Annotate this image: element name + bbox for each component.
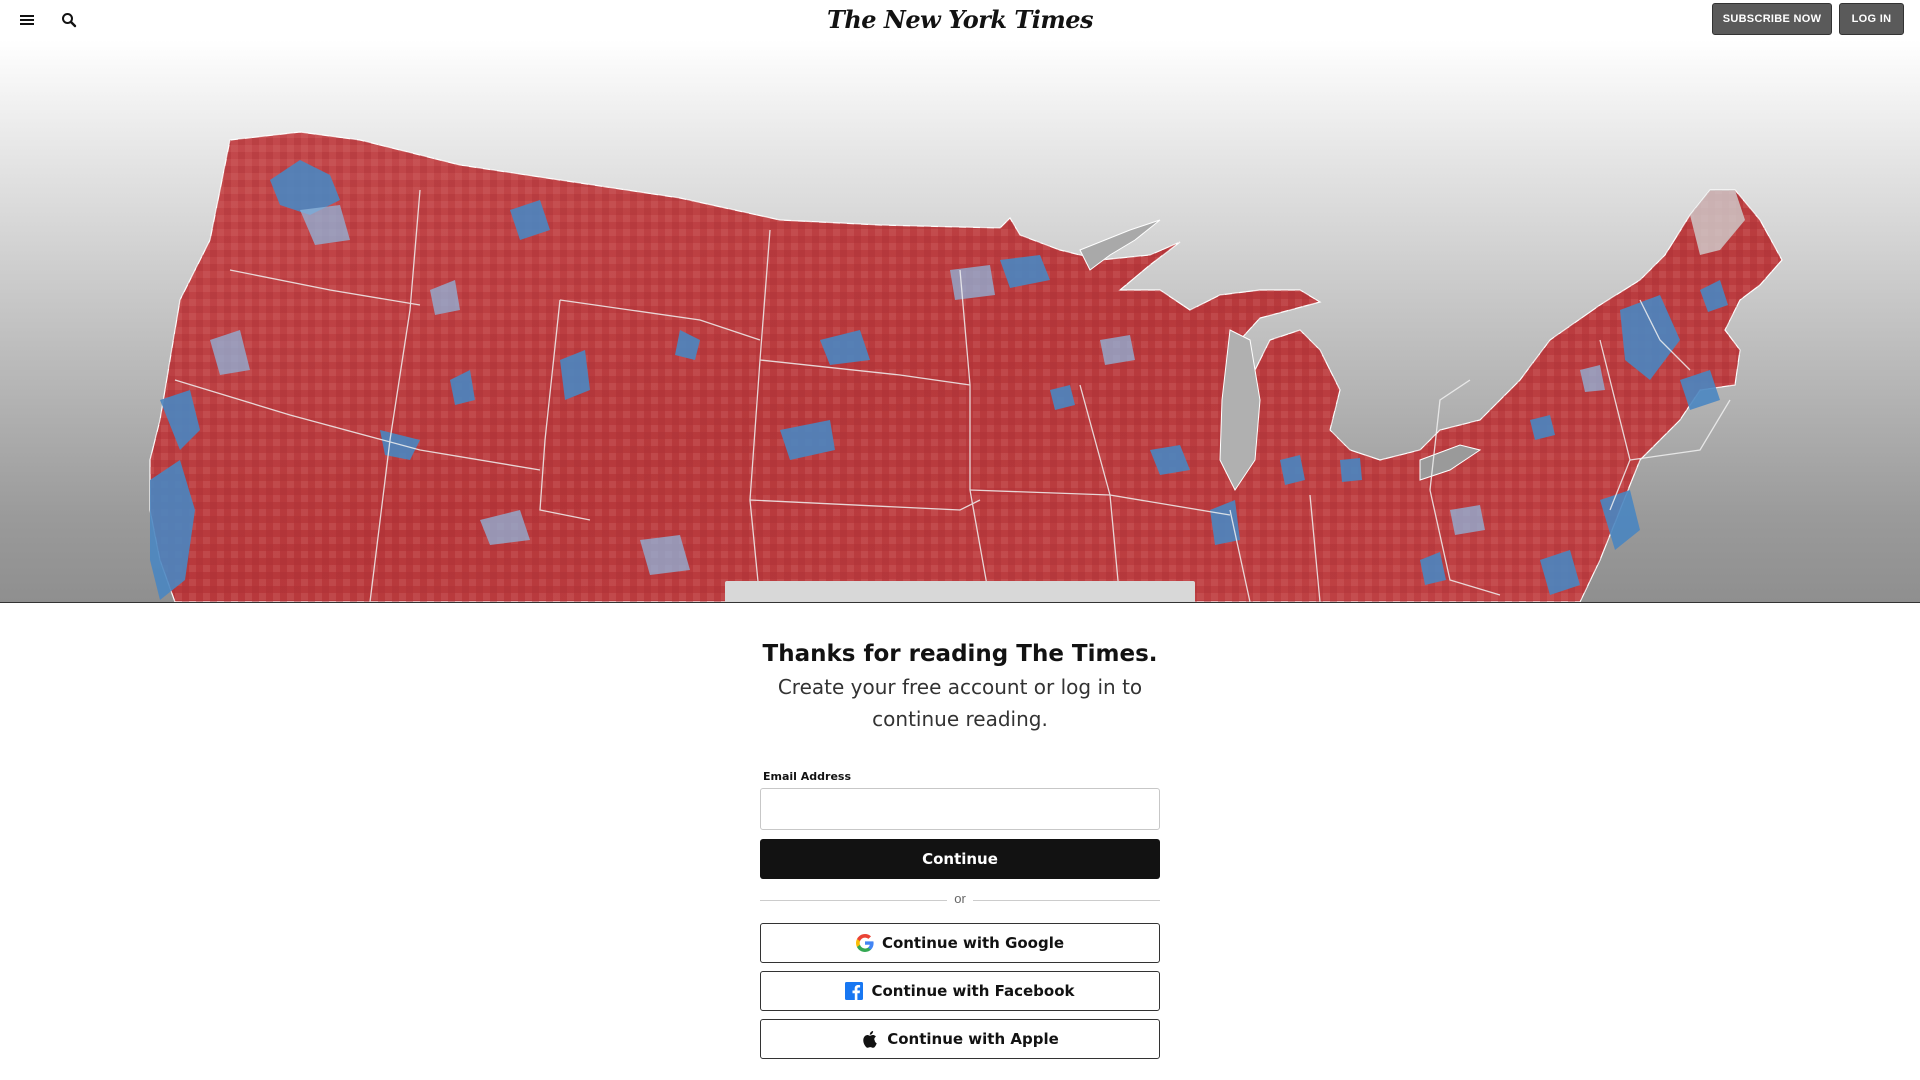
regiwall-subline: Create your free account or log in to co… — [777, 675, 1143, 731]
facebook-button-label: Continue with Facebook — [871, 982, 1075, 1000]
google-button-label: Continue with Google — [881, 934, 1065, 952]
top-header: The New York Times SUBSCRIBE NOW LOG IN — [0, 0, 1920, 40]
continue-button[interactable]: Continue — [760, 839, 1160, 879]
page: The New York Times SUBSCRIBE NOW LOG IN — [0, 0, 1920, 1080]
nyt-logo[interactable]: The New York Times — [0, 4, 1920, 36]
continue-with-apple-button[interactable]: Continue with Apple — [760, 1019, 1160, 1059]
continue-with-google-button[interactable]: Continue with Google — [760, 923, 1160, 963]
subscribe-now-button[interactable]: SUBSCRIBE NOW — [1712, 3, 1832, 35]
registration-wall: Thanks for reading The Times. Create you… — [0, 603, 1920, 1080]
facebook-icon — [845, 982, 864, 1000]
log-in-button[interactable]: LOG IN — [1839, 3, 1904, 35]
apple-button-label: Continue with Apple — [887, 1030, 1059, 1048]
regiwall-headline: Thanks for reading The Times. — [762, 641, 1158, 667]
hero-election-map — [0, 40, 1920, 603]
hero-caption-tab — [725, 581, 1195, 602]
or-divider-text: or — [954, 891, 966, 906]
divider-right — [973, 900, 1160, 901]
us-county-election-results-map — [149, 131, 1783, 602]
apple-icon — [861, 1030, 879, 1048]
continue-with-facebook-button[interactable]: Continue with Facebook — [760, 971, 1160, 1011]
email-input[interactable] — [760, 788, 1160, 830]
email-label: Email Address — [763, 770, 852, 783]
divider-left — [760, 900, 947, 901]
google-icon — [855, 934, 874, 952]
